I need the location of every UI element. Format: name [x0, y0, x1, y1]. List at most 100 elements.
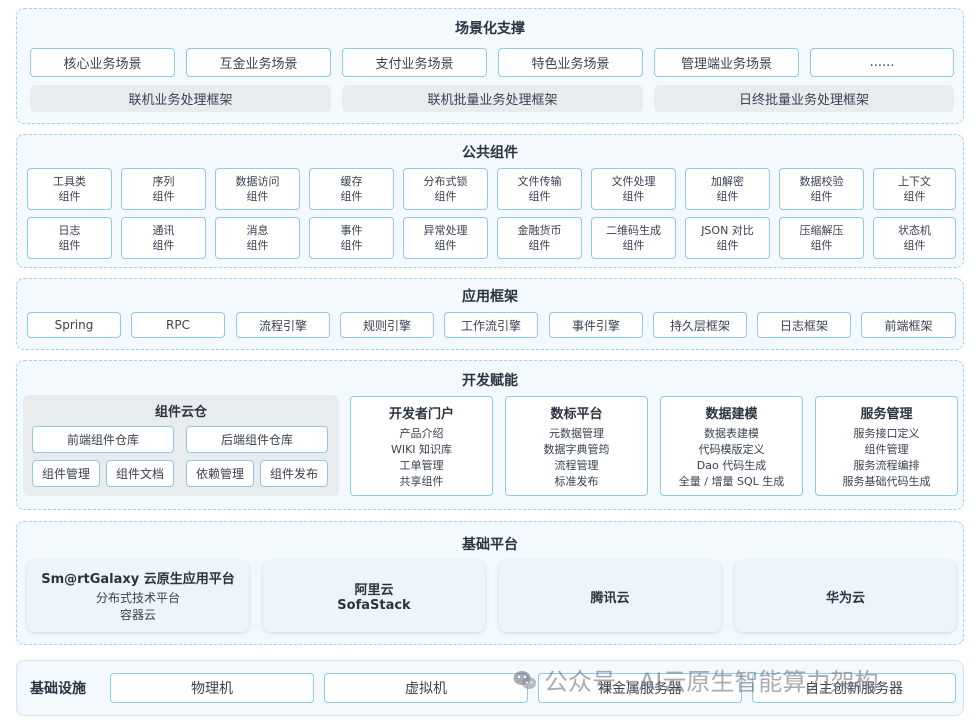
- component-box: 金融货币 组件: [497, 217, 582, 259]
- component-name: 事件: [340, 224, 363, 237]
- component-suffix: 组件: [340, 239, 363, 252]
- component-suffix: 组件: [528, 190, 551, 203]
- component-name: 消息: [246, 224, 269, 237]
- component-suffix: 组件: [622, 190, 645, 203]
- framework-item-rule-engine: 规则引擎: [340, 312, 434, 338]
- component-suffix: 组件: [434, 239, 457, 252]
- section-title: 公共组件: [462, 145, 518, 161]
- component-name: JSON 对比: [701, 224, 754, 237]
- aliyun-platform-card: 阿里云 SofaStack: [263, 560, 485, 632]
- data-modeling-card: 数据建模 数据表建模 代码模版定义 Dao 代码生成 全量 / 增量 SQL 生…: [660, 396, 803, 496]
- card-item: WIKI 知识库: [390, 443, 453, 456]
- component-name: 加解密: [711, 175, 744, 188]
- card-item: 流程管理: [554, 459, 599, 472]
- platform-title: 华为云: [825, 590, 865, 606]
- component-name: 压缩解压: [799, 224, 844, 237]
- card-item: Dao 代码生成: [696, 459, 767, 472]
- card-item: 标准发布: [554, 475, 599, 488]
- component-suffix: 组件: [810, 190, 833, 203]
- service-management-card: 服务管理 服务接口定义 组件管理 服务流程编排 服务基础代码生成: [815, 396, 958, 496]
- framework-item-frontend: 前端框架: [861, 312, 956, 338]
- card-item: 全量 / 增量 SQL 生成: [678, 475, 785, 488]
- component-suffix: 组件: [340, 190, 363, 203]
- scene-box-internet-finance: 互金业务场景: [186, 48, 331, 77]
- card-item: 产品介绍: [399, 427, 444, 440]
- component-name: 工具类: [53, 175, 86, 188]
- section-title: 开发赋能: [462, 373, 518, 389]
- component-doc-box: 组件文档: [106, 460, 174, 487]
- card-title: 服务管理: [860, 407, 913, 422]
- component-name: 上下文: [898, 175, 931, 188]
- component-suffix: 组件: [903, 190, 926, 203]
- framework-item-process-engine: 流程引擎: [236, 312, 330, 338]
- component-suffix: 组件: [246, 190, 269, 203]
- card-item: 工单管理: [399, 459, 444, 472]
- component-name: 序列: [152, 175, 175, 188]
- component-suffix: 组件: [152, 190, 175, 203]
- dev-portal-card: 开发者门户 产品介绍 WIKI 知识库 工单管理 共享组件: [350, 396, 493, 496]
- scene-box-payment: 支付业务场景: [342, 48, 487, 77]
- component-box: 压缩解压 组件: [779, 217, 864, 259]
- platform-subline: 分布式技术平台: [95, 591, 180, 605]
- component-box: 异常处理 组件: [403, 217, 488, 259]
- framework-item-log: 日志框架: [757, 312, 851, 338]
- virtual-machine-box: 虚拟机: [324, 673, 528, 703]
- component-suffix: 组件: [716, 190, 739, 203]
- component-name: 缓存: [340, 175, 363, 188]
- component-manage-box: 组件管理: [32, 460, 100, 487]
- smartgalaxy-platform-card: Sm@rtGalaxy 云原生应用平台 分布式技术平台 容器云: [27, 560, 249, 632]
- card-title: 数标平台: [550, 407, 603, 422]
- watermark-text: 公众号 · AI云原生智能算力架构: [544, 668, 879, 696]
- platform-title: 阿里云: [354, 583, 394, 598]
- component-name: 文件传输: [517, 175, 562, 188]
- card-item: 共享组件: [399, 475, 444, 488]
- wechat-icon: [512, 667, 538, 693]
- component-name: 金融货币: [517, 224, 562, 237]
- component-suffix: 组件: [622, 239, 645, 252]
- physical-machine-box: 物理机: [110, 673, 314, 703]
- card-item: 服务基础代码生成: [842, 475, 931, 488]
- component-box: 状态机 组件: [873, 217, 956, 259]
- component-suffix: 组件: [434, 190, 457, 203]
- component-box: 上下文 组件: [873, 168, 956, 210]
- component-box: JSON 对比 组件: [685, 217, 770, 259]
- dependency-manage-box: 依赖管理: [186, 460, 254, 487]
- component-name: 文件处理: [611, 175, 656, 188]
- component-suffix: 组件: [528, 239, 551, 252]
- framework-item-event-engine: 事件引擎: [549, 312, 643, 338]
- card-item: 数据字典管筠: [543, 443, 610, 456]
- section-title: 场景化支撑: [455, 21, 525, 37]
- scene-box-core: 核心业务场景: [30, 48, 175, 77]
- framework-item-workflow-engine: 工作流引擎: [444, 312, 538, 338]
- framework-item-rpc: RPC: [131, 312, 225, 338]
- scene-box-management: 管理端业务场景: [654, 48, 799, 77]
- card-item: 服务接口定义: [853, 427, 920, 440]
- data-standard-card: 数标平台 元数据管理 数据字典管筠 流程管理 标准发布: [505, 396, 648, 496]
- component-box: 加解密 组件: [685, 168, 770, 210]
- component-suffix: 组件: [810, 239, 833, 252]
- component-name: 数据访问: [235, 175, 280, 188]
- card-title: 数据建模: [705, 407, 758, 422]
- warehouse-title: 组件云仓: [154, 405, 207, 420]
- card-item: 元数据管理: [549, 427, 604, 440]
- component-suffix: 组件: [58, 190, 81, 203]
- component-suffix: 组件: [152, 239, 175, 252]
- scene-box-more: ......: [810, 48, 954, 77]
- component-suffix: 组件: [903, 239, 926, 252]
- framework-bar-eod-batch: 日终批量业务处理框架: [654, 85, 954, 112]
- component-box: 日志 组件: [27, 217, 112, 259]
- frontend-repo-box: 前端组件仓库: [32, 426, 174, 453]
- component-suffix: 组件: [246, 239, 269, 252]
- component-box: 数据访问 组件: [215, 168, 300, 210]
- platform-title: Sm@rtGalaxy 云原生应用平台: [41, 572, 235, 587]
- component-name: 状态机: [898, 224, 931, 237]
- component-suffix: 组件: [58, 239, 81, 252]
- platform-subtitle: SofaStack: [337, 598, 411, 613]
- component-name: 日志: [58, 224, 81, 237]
- component-box: 文件处理 组件: [591, 168, 676, 210]
- framework-bar-online: 联机业务处理框架: [30, 85, 331, 112]
- watermark: 公众号 · AI云原生智能算力架构: [512, 662, 878, 697]
- component-name: 分布式锁: [423, 175, 468, 188]
- component-name: 数据校验: [799, 175, 844, 188]
- component-box: 缓存 组件: [309, 168, 394, 210]
